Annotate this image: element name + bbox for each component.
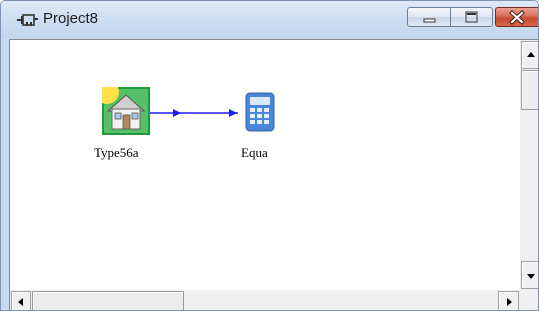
house-icon (95, 80, 150, 135)
minimize-icon (423, 18, 436, 23)
project-canvas-area: Type56a Equa (9, 39, 538, 310)
arrow-left-icon (18, 298, 23, 306)
scroll-right-button[interactable] (498, 291, 519, 310)
calculator-icon (245, 92, 275, 132)
component-type56a[interactable]: Type56a (94, 80, 150, 160)
title-bar[interactable]: Project8 (1, 1, 538, 38)
vertical-scrollbar[interactable] (520, 40, 538, 290)
component-equa[interactable]: Equa (241, 92, 278, 160)
project-window: Project8 Type56a Equa (0, 0, 539, 311)
plug-icon (17, 14, 38, 26)
size-grip[interactable] (520, 290, 538, 310)
component-label: Type56a (94, 145, 139, 160)
horizontal-scroll-thumb[interactable] (32, 291, 184, 310)
close-icon (509, 10, 525, 25)
scroll-left-button[interactable] (11, 291, 31, 310)
arrow-right-icon (507, 298, 512, 306)
minimize-button[interactable] (407, 7, 451, 27)
scroll-up-button[interactable] (521, 41, 538, 69)
component-label: Equa (241, 145, 268, 160)
connection-link[interactable] (10, 40, 520, 290)
arrow-down-icon (527, 274, 535, 279)
maximize-button[interactable] (450, 7, 493, 27)
close-button[interactable] (495, 7, 538, 27)
vertical-scroll-thumb[interactable] (521, 70, 538, 110)
restore-icon (465, 11, 478, 23)
scroll-down-button[interactable] (521, 261, 538, 289)
arrow-up-icon (527, 52, 535, 57)
window-title: Project8 (43, 10, 99, 27)
diagram-canvas[interactable]: Type56a Equa (10, 40, 520, 290)
horizontal-scrollbar[interactable] (10, 290, 520, 310)
